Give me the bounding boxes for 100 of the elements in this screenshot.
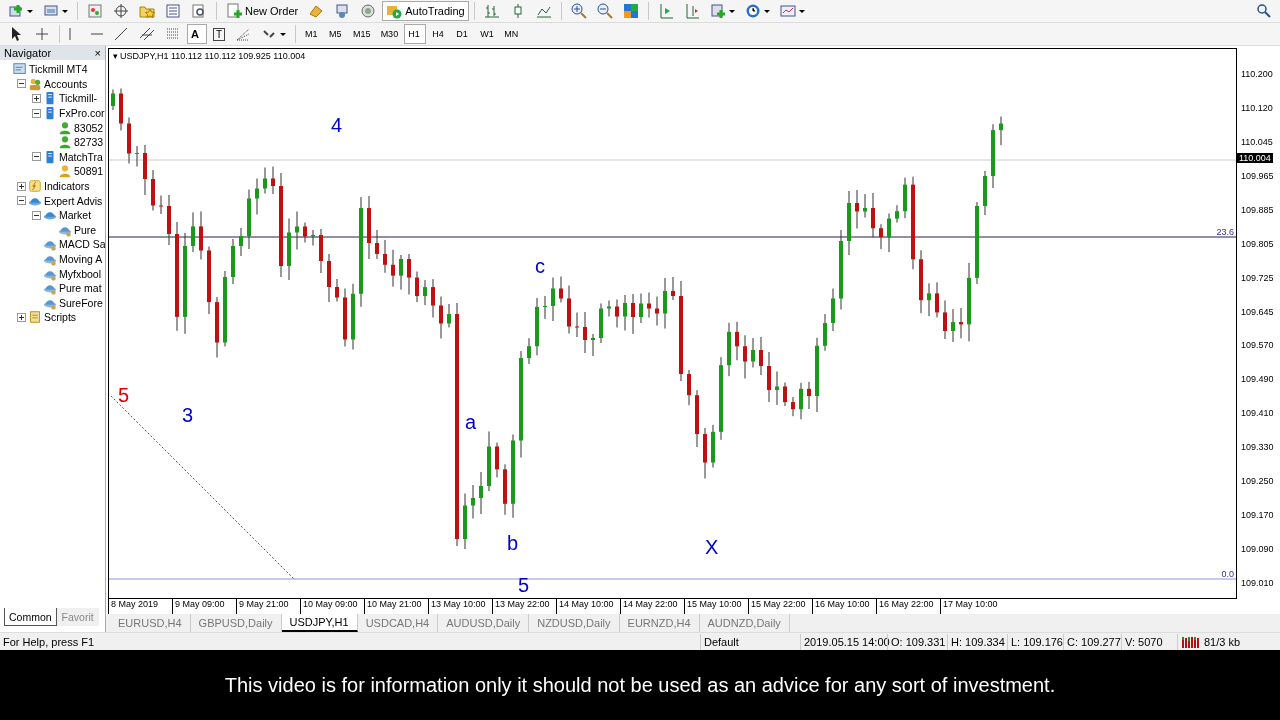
- tree-item[interactable]: Scripts: [44, 311, 77, 324]
- tree-item[interactable]: Market: [59, 209, 92, 222]
- timeframe-button[interactable]: M5: [325, 24, 348, 44]
- price-tick: 109.490: [1241, 374, 1274, 385]
- new-order-button[interactable]: New Order: [222, 1, 303, 21]
- collapse-toggle[interactable]: [32, 108, 41, 118]
- caret-icon: [763, 9, 770, 13]
- text-tool-button[interactable]: A: [187, 24, 207, 44]
- zoom-out-icon: [596, 3, 613, 19]
- tree-item[interactable]: Pure: [74, 223, 97, 236]
- tree-item[interactable]: 83052: [74, 121, 104, 134]
- price-tick: 109.725: [1241, 272, 1274, 283]
- autoscroll-icon: [657, 3, 674, 19]
- tree-item[interactable]: FxPro.cor: [59, 107, 105, 120]
- chart-tab[interactable]: USDJPY,H1: [281, 614, 358, 632]
- fibonacci-icon: [165, 26, 181, 42]
- traffic-text: 81/3 kb: [1204, 635, 1241, 648]
- tree-item[interactable]: Tickmill-: [59, 92, 98, 105]
- low-price: L: 109.176: [1007, 633, 1063, 650]
- timeframe-button[interactable]: W1: [476, 24, 499, 44]
- play-icon: [386, 3, 403, 19]
- collapse-toggle[interactable]: [32, 152, 41, 162]
- price-tick: 109.885: [1241, 204, 1274, 215]
- expand-toggle[interactable]: [17, 181, 26, 191]
- help-text: For Help, press F1: [2, 634, 96, 650]
- close-price: C: 109.277: [1063, 633, 1121, 650]
- collapse-toggle[interactable]: [17, 196, 26, 206]
- price-tick: 109.965: [1241, 170, 1274, 181]
- template-icon: [779, 3, 796, 19]
- signal-icon: [360, 3, 377, 19]
- clock-icon: [744, 3, 761, 19]
- caret-icon: [280, 32, 287, 36]
- crosshair-icon: [113, 3, 129, 19]
- editor-icon: [308, 3, 325, 19]
- caret-icon: [27, 9, 33, 13]
- timeframe-button[interactable]: M15: [349, 24, 375, 44]
- wave-label: b: [507, 531, 519, 555]
- tree-item[interactable]: Expert Advis: [44, 194, 103, 207]
- zoom-in-icon: [570, 3, 587, 19]
- close-button[interactable]: ×: [94, 47, 101, 59]
- user-icon: [58, 120, 72, 135]
- timeframe-button[interactable]: D1: [452, 24, 475, 44]
- function-icon: [28, 179, 42, 194]
- expand-toggle[interactable]: [32, 94, 41, 103]
- price-tick: 109.090: [1241, 544, 1274, 554]
- tree-item[interactable]: Moving A: [59, 253, 103, 265]
- fibonacci-label: 23.6: [1216, 227, 1234, 237]
- tree-item[interactable]: Accounts: [44, 77, 88, 90]
- fan-icon: [235, 26, 252, 42]
- high-price: H: 109.334: [947, 633, 1007, 650]
- channel-icon: [139, 26, 155, 42]
- bar-time: 2019.05.15 14:00: [800, 633, 887, 650]
- tree-item[interactable]: 82733: [74, 136, 104, 149]
- terminal-icon: [165, 3, 181, 19]
- document-plus-icon: [226, 3, 242, 19]
- add-indicator-icon: [709, 3, 726, 19]
- tree-item[interactable]: Pure mat: [59, 282, 102, 295]
- tree-item[interactable]: Indicators: [44, 180, 90, 193]
- timeframe-button[interactable]: H1: [404, 24, 427, 44]
- expand-toggle[interactable]: [17, 312, 26, 322]
- fibonacci-label: 0.0: [1221, 569, 1234, 579]
- horizontal-line-icon: [91, 33, 103, 35]
- price-tick: 110.200: [1241, 69, 1273, 79]
- tree-item[interactable]: Tickmill MT4: [29, 63, 88, 76]
- bar-chart-icon: [483, 3, 500, 19]
- tile-windows-icon: [622, 3, 639, 19]
- price-tick: 109.330: [1241, 442, 1274, 453]
- tree-item[interactable]: MatchTra: [59, 150, 103, 163]
- price-tick: 109.645: [1241, 306, 1274, 317]
- tree-item[interactable]: SureFore: [59, 296, 103, 309]
- text-label-button[interactable]: T: [209, 24, 230, 44]
- tree-item[interactable]: 50891: [74, 165, 104, 178]
- panel-tab[interactable]: Common: [4, 608, 57, 626]
- chart-shift-icon: [683, 3, 700, 19]
- timeframe-button[interactable]: H4: [428, 24, 451, 44]
- collapse-toggle[interactable]: [17, 79, 26, 89]
- wave-label: 4: [331, 113, 343, 137]
- folder-star-icon: [139, 3, 155, 19]
- profile-name: Default: [700, 633, 800, 650]
- user-icon: [58, 164, 72, 179]
- price-tick: 110.120: [1241, 102, 1273, 113]
- subtitle-caption: This video is for information only it should not be used as an advice for any sort of investment.: [224, 673, 1056, 697]
- price-tick: 109.010: [1241, 577, 1274, 588]
- vertical-line-icon: [69, 28, 71, 40]
- tree-item[interactable]: Myfxbool: [59, 267, 101, 280]
- caret-icon: [798, 9, 805, 13]
- magnifier-document-icon: [191, 3, 207, 19]
- collapse-toggle[interactable]: [32, 210, 41, 220]
- trend-line-icon: [113, 26, 129, 42]
- autotrading-button[interactable]: AutoTrading: [382, 1, 469, 21]
- terminal-icon: [13, 62, 27, 77]
- open-price: O: 109.331: [887, 633, 947, 650]
- tree-item[interactable]: MACD Sa: [59, 238, 105, 251]
- timeframe-button[interactable]: MN: [500, 24, 523, 44]
- timeframe-button[interactable]: M30: [376, 24, 403, 44]
- timeframe-button[interactable]: M1: [301, 24, 324, 44]
- price-tick: 109.805: [1241, 238, 1274, 249]
- wave-label: 3: [182, 403, 194, 427]
- price-tick: 109.410: [1241, 408, 1274, 419]
- current-price-label: 110.004: [1237, 153, 1273, 163]
